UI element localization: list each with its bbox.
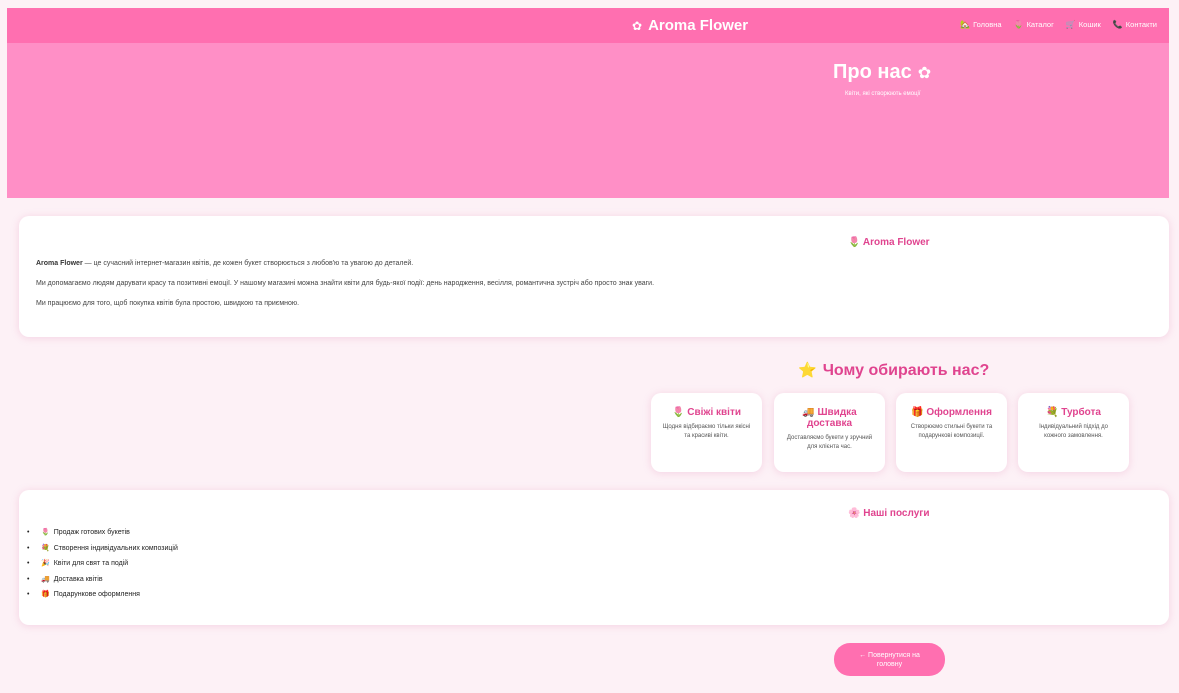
about-paragraph-2: Ми допомагаємо людям дарувати красу та п… <box>36 280 655 287</box>
feature-title-text: Турбота <box>1061 407 1101 418</box>
service-label: Квіти для свят та подій <box>53 560 129 568</box>
tulip-icon: 🌷 <box>848 237 861 248</box>
feature-title: 🌷 Свіжі квіти <box>659 407 754 418</box>
about-card: 🌷 Aroma Flower Aroma Flower — це сучасни… <box>19 216 1169 337</box>
tulip-icon: 🌷 <box>1013 20 1024 29</box>
hero-subtitle: Квіти, які створюють емоції <box>845 91 921 97</box>
list-item: • 🚚 Доставка квітів <box>27 575 103 583</box>
feature-card-fresh: 🌷 Свіжі квіти Щодня відбираємо тільки як… <box>651 393 762 472</box>
top-navbar: ✿ Aroma Flower 🏡 Головна 🌷 Каталог 🛒 Кошик 📞… <box>7 8 1169 43</box>
page-title-text: Про нас <box>833 61 912 83</box>
about-heading-text: Aroma Flower <box>862 237 930 248</box>
bouquet-icon: 💐 <box>1046 407 1059 418</box>
why-us-heading-text: Чому обирають нас? <box>822 362 990 379</box>
services-card: 🌸 Наші послуги • 🌷 Продаж готових букетів … <box>19 490 1169 625</box>
star-icon: ⭐ <box>798 362 817 379</box>
service-label: Продаж готових букетів <box>53 529 130 536</box>
bouquet-icon: 💐 <box>41 544 50 552</box>
tulip-icon: 🌷 <box>671 407 685 418</box>
feature-card-delivery: 🚚 Швидка доставка Доставляємо букети у з… <box>774 393 885 472</box>
feature-description: Доставляємо букети у зручний для клієнта… <box>786 435 873 450</box>
cart-icon: 🛒 <box>1065 20 1076 29</box>
feature-card-design: 🎁 Оформлення Створюємо стильні букети та… <box>896 393 1007 472</box>
feature-title-text: Свіжі квіти <box>687 407 741 418</box>
blossom-icon: 🌸 <box>848 508 861 519</box>
list-item: • 🎁 Подарункове оформлення <box>27 591 140 599</box>
feature-title-text: Швидка доставка <box>806 407 857 429</box>
gift-icon: 🎁 <box>911 407 924 418</box>
about-paragraph-1-text: — це сучасний інтернет-магазин квітів, д… <box>82 260 414 267</box>
feature-card-care: 💐 Турбота Індивідуальний підхід до кожно… <box>1018 393 1129 472</box>
flower-logo-icon: ✿ <box>632 19 643 33</box>
nav-label: Кошик <box>1078 20 1101 29</box>
hero-banner <box>7 43 1169 198</box>
nav-label: Головна <box>973 20 1002 29</box>
nav-label: Контакти <box>1125 20 1157 29</box>
truck-icon: 🚚 <box>802 407 815 418</box>
nav-link-contacts[interactable]: 📞 Контакти <box>1113 20 1157 29</box>
service-label: Створення індивідуальних композицій <box>53 544 178 552</box>
feature-title: 🎁 Оформлення <box>904 407 999 418</box>
brand-name: Aroma Flower <box>648 17 749 34</box>
feature-description: Створюємо стильні букети та подарункові … <box>910 424 993 439</box>
feature-title: 🚚 Швидка доставка <box>782 407 877 429</box>
back-to-home-button[interactable]: ← Повернутися на головну <box>834 643 945 676</box>
service-label: Подарункове оформлення <box>53 591 140 599</box>
feature-title: 💐 Турбота <box>1026 407 1121 418</box>
flower-icon: ✿ <box>917 65 932 82</box>
list-item: • 🎉 Квіти для свят та подій <box>27 560 129 568</box>
feature-description: Індивідуальний підхід до кожного замовле… <box>1039 424 1108 439</box>
feature-description: Щодня відбираємо тільки якісні та красив… <box>662 424 751 439</box>
about-heading: 🌷 Aroma Flower <box>848 237 930 248</box>
list-item: • 💐 Створення індивідуальних композицій <box>27 544 178 552</box>
brand-logo[interactable]: ✿ Aroma Flower <box>632 17 748 34</box>
nav-link-cart[interactable]: 🛒 Кошик <box>1066 20 1101 29</box>
gift-icon: 🎁 <box>41 591 50 599</box>
nav-link-catalog[interactable]: 🌷 Каталог <box>1014 20 1054 29</box>
service-label: Доставка квітів <box>53 575 103 583</box>
why-us-heading: ⭐ Чому обирають нас? <box>798 361 989 380</box>
about-paragraph-3: Ми працюємо для того, щоб покупка квітів… <box>36 300 300 307</box>
house-icon: 🏡 <box>960 20 971 29</box>
services-heading: 🌸 Наші послуги <box>848 508 930 519</box>
services-list: • 🌷 Продаж готових букетів • 💐 Створення інд… <box>27 528 178 606</box>
nav-label: Каталог <box>1026 20 1054 29</box>
main-nav: 🏡 Головна 🌷 Каталог 🛒 Кошик 📞 Контакти <box>960 20 1157 29</box>
brand-strong: Aroma Flower <box>36 260 83 267</box>
nav-link-home[interactable]: 🏡 Головна <box>960 20 1001 29</box>
list-item: • 🌷 Продаж готових букетів <box>27 529 130 536</box>
services-heading-text: Наші послуги <box>863 508 930 519</box>
feature-title-text: Оформлення <box>926 407 992 418</box>
page-title: Про нас ✿ <box>833 61 931 84</box>
phone-icon: 📞 <box>1112 20 1123 29</box>
tulip-icon: 🌷 <box>41 529 50 536</box>
truck-icon: 🚚 <box>41 575 50 583</box>
party-icon: 🎉 <box>41 560 50 568</box>
about-paragraph-1: Aroma Flower — це сучасний інтернет-мага… <box>36 260 413 267</box>
